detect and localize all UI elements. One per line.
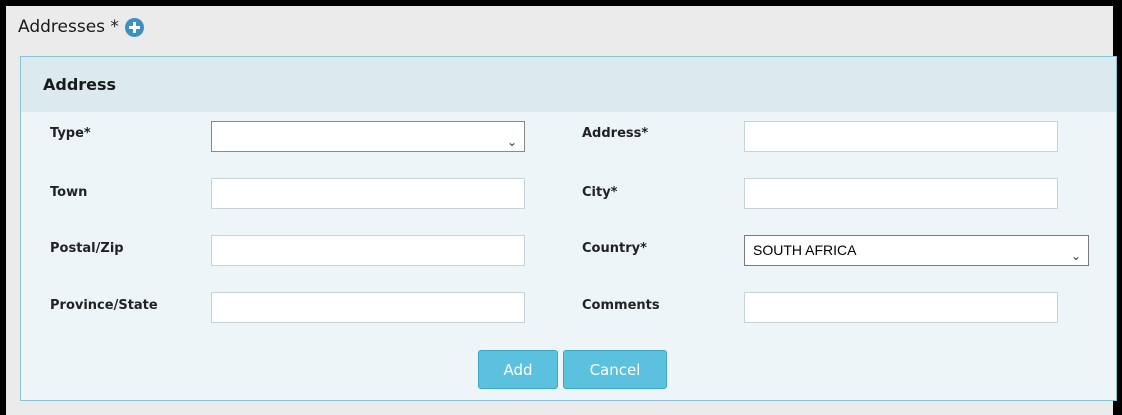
comments-input[interactable]: [744, 292, 1058, 323]
comments-label: Comments: [582, 298, 660, 313]
type-select[interactable]: ⌄: [211, 121, 525, 152]
province-label: Province/State: [50, 298, 158, 313]
address-label: Address*: [582, 126, 649, 141]
section-title: Addresses *: [18, 17, 119, 37]
chevron-down-icon: ⌄: [506, 135, 517, 149]
address-input[interactable]: [744, 121, 1058, 152]
country-select[interactable]: SOUTH AFRICA ⌄: [744, 235, 1089, 266]
postal-input[interactable]: [211, 235, 525, 266]
city-label: City*: [582, 185, 618, 200]
province-input[interactable]: [211, 292, 525, 323]
plus-circle-icon[interactable]: [124, 17, 144, 37]
panel-title: Address: [43, 75, 117, 94]
country-label: Country*: [582, 241, 647, 256]
address-panel: Address Type* Town Postal/Zip Province/S…: [20, 56, 1117, 401]
panel-header: Address: [21, 57, 1116, 112]
type-label: Type*: [50, 126, 91, 141]
city-input[interactable]: [744, 178, 1058, 209]
add-button[interactable]: Add: [478, 350, 558, 389]
postal-label: Postal/Zip: [50, 241, 124, 256]
town-input[interactable]: [211, 178, 525, 209]
chevron-down-icon: ⌄: [1070, 249, 1081, 263]
section-header: Addresses *: [18, 12, 144, 42]
country-select-value: SOUTH AFRICA: [753, 242, 857, 258]
cancel-button[interactable]: Cancel: [563, 350, 667, 389]
town-label: Town: [50, 185, 88, 200]
